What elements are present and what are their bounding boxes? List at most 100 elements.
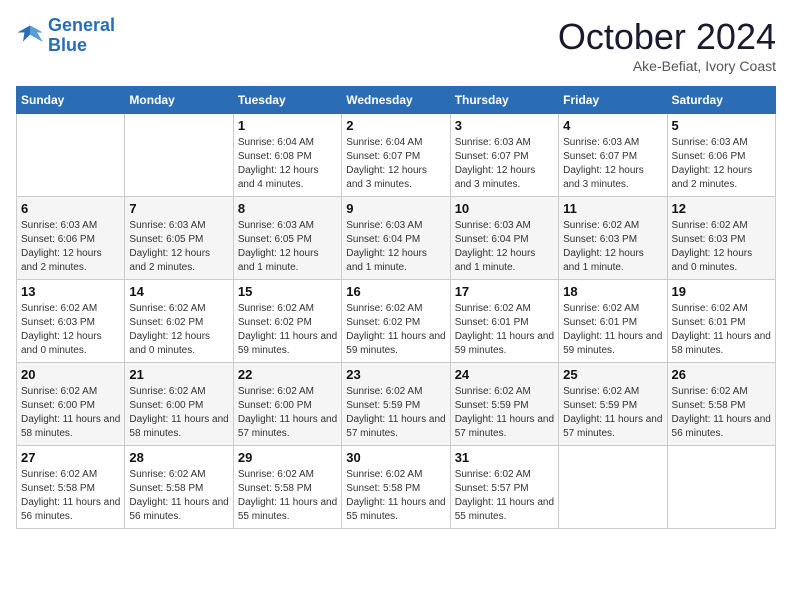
day-number: 29 [238, 450, 337, 465]
day-info: Sunrise: 6:02 AM Sunset: 6:00 PM Dayligh… [129, 385, 228, 441]
calendar-cell: 8 Sunrise: 6:03 AM Sunset: 6:05 PM Daylig… [233, 197, 341, 280]
calendar-week-row: 13Sunrise: 6:02 AM Sunset: 6:03 PM Dayli… [17, 280, 776, 363]
day-info: Sunrise: 6:02 AM Sunset: 6:03 PM Dayligh… [21, 302, 120, 358]
weekday-header: Wednesday [342, 87, 450, 114]
day-info: Sunrise: 6:02 AM Sunset: 6:01 PM Dayligh… [455, 302, 554, 358]
weekday-header-row: SundayMondayTuesdayWednesdayThursdayFrid… [17, 87, 776, 114]
calendar-cell: 1 Sunrise: 6:04 AM Sunset: 6:08 PM Daylig… [233, 114, 341, 197]
calendar-cell: 18 Sunrise: 6:02 AM Sunset: 6:01 PM Dayli… [559, 280, 667, 363]
day-number: 8 [238, 201, 337, 216]
title-block: October 2024 Ake-Befiat, Ivory Coast [558, 16, 776, 74]
day-info: Sunrise: 6:03 AM Sunset: 6:04 PM Dayligh… [455, 219, 554, 275]
logo-blue: Blue [48, 35, 87, 55]
calendar-cell: 7 Sunrise: 6:03 AM Sunset: 6:05 PM Daylig… [125, 197, 233, 280]
calendar-week-row: 20 Sunrise: 6:02 AM Sunset: 6:00 PM Dayli… [17, 363, 776, 446]
calendar-cell: 28 Sunrise: 6:02 AM Sunset: 5:58 PM Dayli… [125, 446, 233, 529]
calendar-cell: 3 Sunrise: 6:03 AM Sunset: 6:07 PM Daylig… [450, 114, 558, 197]
day-info: Sunrise: 6:02 AM Sunset: 5:58 PM Dayligh… [346, 468, 445, 524]
day-number: 18 [563, 284, 662, 299]
day-info: Sunrise: 6:03 AM Sunset: 6:05 PM Dayligh… [129, 219, 228, 275]
day-info: Sunrise: 6:02 AM Sunset: 6:03 PM Dayligh… [563, 219, 662, 275]
day-info: Sunrise: 6:02 AM Sunset: 6:00 PM Dayligh… [238, 385, 337, 441]
day-info: Sunrise: 6:03 AM Sunset: 6:06 PM Dayligh… [21, 219, 120, 275]
calendar-cell: 9 Sunrise: 6:03 AM Sunset: 6:04 PM Daylig… [342, 197, 450, 280]
calendar-cell: 23 Sunrise: 6:02 AM Sunset: 5:59 PM Dayli… [342, 363, 450, 446]
day-info: Sunrise: 6:03 AM Sunset: 6:05 PM Dayligh… [238, 219, 337, 275]
calendar-cell [125, 114, 233, 197]
day-number: 9 [346, 201, 445, 216]
calendar-cell: 6 Sunrise: 6:03 AM Sunset: 6:06 PM Daylig… [17, 197, 125, 280]
calendar-week-row: 27Sunrise: 6:02 AM Sunset: 5:58 PM Dayli… [17, 446, 776, 529]
logo: General Blue [16, 16, 115, 56]
day-info: Sunrise: 6:02 AM Sunset: 5:59 PM Dayligh… [346, 385, 445, 441]
calendar-cell: 15 Sunrise: 6:02 AM Sunset: 6:02 PM Dayli… [233, 280, 341, 363]
day-number: 25 [563, 367, 662, 382]
day-info: Sunrise: 6:03 AM Sunset: 6:04 PM Dayligh… [346, 219, 445, 275]
weekday-header: Saturday [667, 87, 775, 114]
calendar-cell: 2 Sunrise: 6:04 AM Sunset: 6:07 PM Daylig… [342, 114, 450, 197]
calendar-cell: 26 Sunrise: 6:02 AM Sunset: 5:58 PM Dayli… [667, 363, 775, 446]
calendar-header: SundayMondayTuesdayWednesdayThursdayFrid… [17, 87, 776, 114]
day-info: Sunrise: 6:02 AM Sunset: 6:02 PM Dayligh… [238, 302, 337, 358]
calendar-cell: 22 Sunrise: 6:02 AM Sunset: 6:00 PM Dayli… [233, 363, 341, 446]
day-info: Sunrise: 6:02 AM Sunset: 5:58 PM Dayligh… [21, 468, 120, 524]
day-number: 21 [129, 367, 228, 382]
day-number: 19 [672, 284, 771, 299]
day-number: 2 [346, 118, 445, 133]
day-info: Sunrise: 6:03 AM Sunset: 6:06 PM Dayligh… [672, 136, 771, 192]
day-number: 20 [21, 367, 120, 382]
day-number: 12 [672, 201, 771, 216]
day-number: 1 [238, 118, 337, 133]
day-number: 4 [563, 118, 662, 133]
calendar-table: SundayMondayTuesdayWednesdayThursdayFrid… [16, 86, 776, 529]
calendar-cell: 19 Sunrise: 6:02 AM Sunset: 6:01 PM Dayli… [667, 280, 775, 363]
location-subtitle: Ake-Befiat, Ivory Coast [558, 58, 776, 74]
day-info: Sunrise: 6:02 AM Sunset: 5:58 PM Dayligh… [672, 385, 771, 441]
day-info: Sunrise: 6:02 AM Sunset: 5:57 PM Dayligh… [455, 468, 554, 524]
day-info: Sunrise: 6:02 AM Sunset: 6:03 PM Dayligh… [672, 219, 771, 275]
day-number: 24 [455, 367, 554, 382]
day-number: 28 [129, 450, 228, 465]
calendar-cell: 5Sunrise: 6:03 AM Sunset: 6:06 PM Daylig… [667, 114, 775, 197]
calendar-week-row: 6 Sunrise: 6:03 AM Sunset: 6:06 PM Daylig… [17, 197, 776, 280]
page-header: General Blue October 2024 Ake-Befiat, Iv… [16, 16, 776, 74]
day-info: Sunrise: 6:03 AM Sunset: 6:07 PM Dayligh… [455, 136, 554, 192]
day-info: Sunrise: 6:02 AM Sunset: 5:59 PM Dayligh… [563, 385, 662, 441]
day-number: 7 [129, 201, 228, 216]
day-number: 26 [672, 367, 771, 382]
weekday-header: Monday [125, 87, 233, 114]
day-number: 6 [21, 201, 120, 216]
day-info: Sunrise: 6:04 AM Sunset: 6:07 PM Dayligh… [346, 136, 445, 192]
day-number: 30 [346, 450, 445, 465]
day-number: 3 [455, 118, 554, 133]
day-info: Sunrise: 6:02 AM Sunset: 6:01 PM Dayligh… [563, 302, 662, 358]
weekday-header: Thursday [450, 87, 558, 114]
calendar-cell: 4 Sunrise: 6:03 AM Sunset: 6:07 PM Daylig… [559, 114, 667, 197]
calendar-cell: 14Sunrise: 6:02 AM Sunset: 6:02 PM Dayli… [125, 280, 233, 363]
day-info: Sunrise: 6:02 AM Sunset: 5:58 PM Dayligh… [129, 468, 228, 524]
calendar-body: 1 Sunrise: 6:04 AM Sunset: 6:08 PM Daylig… [17, 114, 776, 529]
day-info: Sunrise: 6:02 AM Sunset: 6:00 PM Dayligh… [21, 385, 120, 441]
day-number: 15 [238, 284, 337, 299]
day-number: 23 [346, 367, 445, 382]
calendar-week-row: 1 Sunrise: 6:04 AM Sunset: 6:08 PM Daylig… [17, 114, 776, 197]
calendar-cell: 12 Sunrise: 6:02 AM Sunset: 6:03 PM Dayli… [667, 197, 775, 280]
day-info: Sunrise: 6:02 AM Sunset: 5:59 PM Dayligh… [455, 385, 554, 441]
calendar-cell: 16Sunrise: 6:02 AM Sunset: 6:02 PM Dayli… [342, 280, 450, 363]
calendar-cell: 17 Sunrise: 6:02 AM Sunset: 6:01 PM Dayli… [450, 280, 558, 363]
day-info: Sunrise: 6:04 AM Sunset: 6:08 PM Dayligh… [238, 136, 337, 192]
calendar-cell: 31Sunrise: 6:02 AM Sunset: 5:57 PM Dayli… [450, 446, 558, 529]
calendar-cell: 11Sunrise: 6:02 AM Sunset: 6:03 PM Dayli… [559, 197, 667, 280]
month-title: October 2024 [558, 16, 776, 58]
day-number: 16 [346, 284, 445, 299]
calendar-cell: 25 Sunrise: 6:02 AM Sunset: 5:59 PM Dayli… [559, 363, 667, 446]
day-number: 10 [455, 201, 554, 216]
logo-icon [16, 22, 44, 50]
day-number: 22 [238, 367, 337, 382]
day-info: Sunrise: 6:02 AM Sunset: 6:02 PM Dayligh… [129, 302, 228, 358]
weekday-header: Tuesday [233, 87, 341, 114]
day-info: Sunrise: 6:02 AM Sunset: 6:01 PM Dayligh… [672, 302, 771, 358]
day-number: 17 [455, 284, 554, 299]
day-info: Sunrise: 6:03 AM Sunset: 6:07 PM Dayligh… [563, 136, 662, 192]
calendar-cell: 13Sunrise: 6:02 AM Sunset: 6:03 PM Dayli… [17, 280, 125, 363]
